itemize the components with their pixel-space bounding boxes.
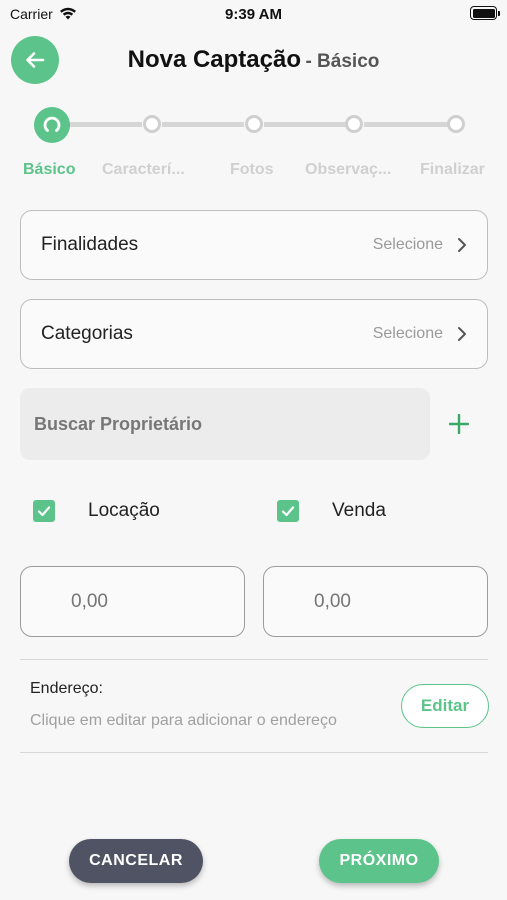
owner-search: [20, 388, 430, 460]
step-connector: [162, 122, 244, 127]
categorias-label: Categorias: [41, 323, 133, 344]
step-label-basico[interactable]: Básico: [23, 161, 75, 179]
step-connector: [68, 122, 142, 127]
venda-value-input[interactable]: [314, 590, 464, 613]
title-main: Nova Captação: [127, 46, 301, 73]
categorias-select[interactable]: Categorias Selecione: [20, 299, 488, 369]
locacao-label: Locação: [88, 500, 160, 521]
categorias-hint: Selecione: [372, 325, 443, 342]
step-label-observacoes[interactable]: Observaç...: [305, 161, 391, 179]
step-fotos-indicator[interactable]: [245, 115, 263, 133]
locacao-checkbox[interactable]: [33, 500, 55, 522]
stepper-labels: Básico Caracterí... Fotos Observaç... Fi…: [0, 161, 507, 183]
check-icon: [37, 506, 51, 517]
status-bar: Carrier 9:39 AM: [0, 0, 507, 28]
step-label-caracteristicas[interactable]: Caracterí...: [102, 161, 185, 179]
header: Nova Captação - Básico: [0, 36, 507, 84]
check-icon: [281, 506, 295, 517]
edit-address-button[interactable]: Editar: [401, 684, 489, 728]
venda-checkbox[interactable]: [277, 500, 299, 522]
locacao-value-field: [20, 566, 245, 637]
status-time: 9:39 AM: [225, 6, 282, 23]
refresh-icon: [43, 116, 61, 132]
divider: [20, 659, 488, 660]
step-caracteristicas-indicator[interactable]: [143, 115, 161, 133]
finalidades-label: Finalidades: [41, 234, 139, 255]
stepper: [0, 105, 507, 145]
battery-icon: [470, 6, 500, 20]
venda-label: Venda: [332, 500, 386, 521]
step-connector: [364, 122, 448, 127]
finalidades-select[interactable]: Finalidades Selecione: [20, 210, 488, 280]
step-basico-indicator[interactable]: [34, 107, 70, 143]
chevron-right-icon: [458, 327, 466, 341]
step-observacoes-indicator[interactable]: [345, 115, 363, 133]
page-title: Nova Captação - Básico: [0, 46, 507, 74]
chevron-right-icon: [458, 238, 466, 252]
step-finalizar-indicator[interactable]: [447, 115, 465, 133]
cancel-button[interactable]: CANCELAR: [69, 839, 203, 883]
venda-checkbox-row[interactable]: Venda: [277, 500, 386, 522]
locacao-checkbox-row[interactable]: Locação: [33, 500, 160, 522]
divider: [20, 752, 488, 753]
venda-value-field: [263, 566, 488, 637]
plus-icon: [449, 414, 469, 434]
owner-search-input[interactable]: [34, 413, 414, 435]
step-label-fotos[interactable]: Fotos: [230, 161, 274, 179]
title-sub: - Básico: [305, 51, 380, 72]
next-button[interactable]: PRÓXIMO: [319, 839, 439, 883]
address-label: Endereço:: [30, 680, 103, 697]
locacao-value-input[interactable]: [71, 590, 221, 613]
finalidades-hint: Selecione: [372, 236, 443, 253]
step-label-finalizar[interactable]: Finalizar: [420, 161, 485, 179]
address-hint: Clique em editar para adicionar o endere…: [30, 712, 337, 729]
add-owner-button[interactable]: [444, 409, 474, 439]
step-connector: [264, 122, 346, 127]
